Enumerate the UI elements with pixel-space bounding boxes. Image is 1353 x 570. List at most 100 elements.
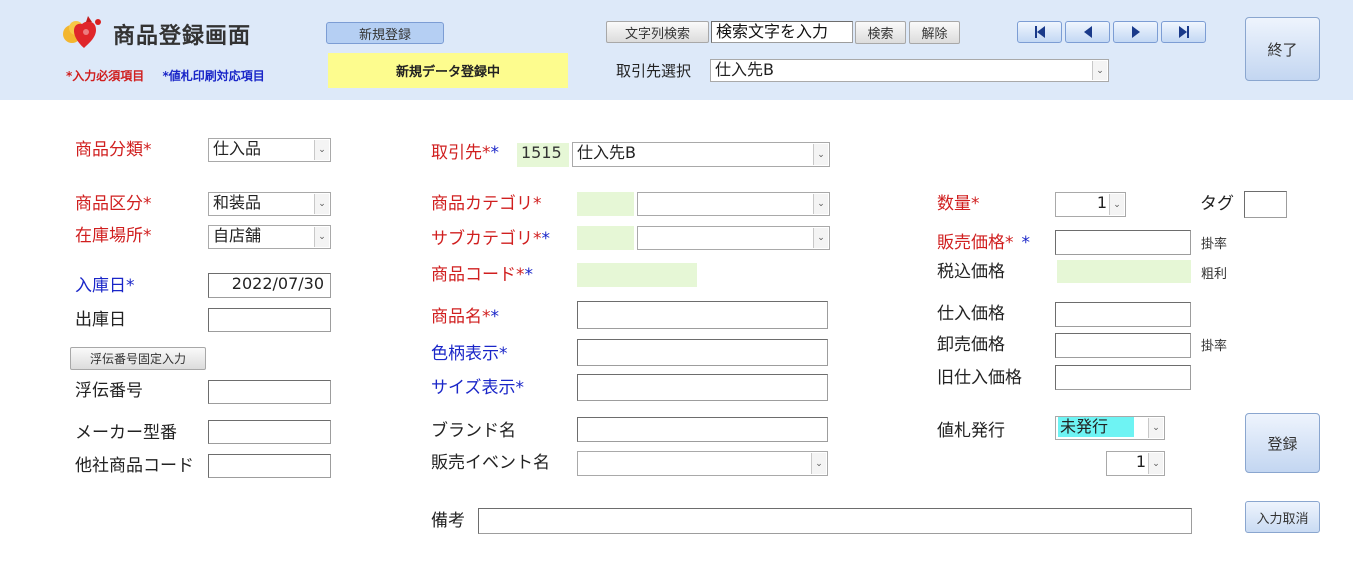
tag-count-select[interactable]: 1 ⌄ xyxy=(1106,451,1165,476)
supplier-select[interactable]: 仕入先B ⌄ xyxy=(710,59,1109,82)
quantity-label: 数量* xyxy=(937,194,980,214)
previous-record-button[interactable] xyxy=(1065,21,1110,43)
wholesale-price-label: 卸売価格 xyxy=(937,335,1005,355)
search-input[interactable]: 検索文字を入力 xyxy=(711,21,853,43)
tag-count-value: 1 xyxy=(1135,452,1146,471)
chevron-down-icon: ⌄ xyxy=(1109,194,1124,215)
required-mark: * xyxy=(516,265,525,285)
supplier-name-select[interactable]: 仕入先B ⌄ xyxy=(572,142,830,167)
shipping-date-input[interactable] xyxy=(208,308,331,332)
next-record-button[interactable] xyxy=(1113,21,1158,43)
clear-search-button[interactable]: 解除 xyxy=(909,21,960,44)
previous-record-icon xyxy=(1083,26,1092,38)
maker-model-label: メーカー型番 xyxy=(75,423,177,443)
tag-issue-value: 未発行 xyxy=(1058,417,1135,437)
brand-name-label: ブランド名 xyxy=(431,421,516,441)
required-mark: * xyxy=(971,194,980,214)
arrival-date-label-text: 入庫日 xyxy=(75,276,126,296)
required-mark: * xyxy=(143,226,152,246)
notes-label: 備考 xyxy=(431,511,465,531)
category-select[interactable]: 仕入品 ⌄ xyxy=(208,138,331,162)
slip-number-fixed-button[interactable]: 浮伝番号固定入力 xyxy=(70,347,206,370)
exit-button[interactable]: 終了 xyxy=(1245,17,1320,81)
size-input[interactable] xyxy=(577,374,828,401)
new-record-button[interactable]: 新規登録 xyxy=(326,22,444,44)
required-mark: * xyxy=(143,140,152,160)
tag-print-mark: * xyxy=(1021,233,1031,253)
location-select-value: 自店舗 xyxy=(213,226,262,245)
sub-category-code xyxy=(577,226,634,250)
product-category-select[interactable]: ⌄ xyxy=(637,192,830,216)
division-label-text: 商品区分 xyxy=(75,194,143,214)
header-bar: 商品登録画面 *入力必須項目 *値札印刷対応項目 新規登録 新規データ登録中 文… xyxy=(0,0,1353,100)
supplier-code-field: 1515 xyxy=(517,143,569,167)
other-code-label: 他社商品コード xyxy=(75,456,194,476)
old-cost-price-input[interactable] xyxy=(1055,365,1191,390)
maker-model-input[interactable] xyxy=(208,420,331,444)
event-name-select[interactable]: ⌄ xyxy=(577,451,828,476)
tag-print-mark: * xyxy=(524,265,534,285)
tag-input[interactable] xyxy=(1244,191,1287,218)
slip-number-label: 浮伝番号 xyxy=(75,381,143,401)
margin-label: 粗利 xyxy=(1201,267,1228,282)
color-pattern-label: 色柄表示* xyxy=(431,344,508,364)
chevron-down-icon: ⌄ xyxy=(811,453,826,474)
color-pattern-label-text: 色柄表示 xyxy=(431,344,499,364)
last-record-button[interactable] xyxy=(1161,21,1206,43)
tag-print-mark: * xyxy=(541,229,551,249)
wholesale-price-input[interactable] xyxy=(1055,333,1191,358)
size-label: サイズ表示* xyxy=(431,378,524,398)
brand-name-input[interactable] xyxy=(577,417,828,442)
product-name-label-text: 商品名 xyxy=(431,307,482,327)
supplier-label-text: 取引先 xyxy=(431,143,482,163)
chevron-down-icon: ⌄ xyxy=(813,228,828,248)
size-label-text: サイズ表示 xyxy=(431,378,516,398)
rate-label: 掛率 xyxy=(1201,237,1228,252)
required-mark: * xyxy=(1005,233,1014,253)
sub-category-label-text: サブカテゴリ xyxy=(431,229,533,249)
shipping-date-label: 出庫日 xyxy=(75,310,126,330)
sale-price-label-text: 販売価格 xyxy=(937,233,1005,253)
register-button[interactable]: 登録 xyxy=(1245,413,1320,473)
chevron-down-icon: ⌄ xyxy=(813,194,828,214)
tag-print-mark: * xyxy=(490,143,500,163)
tax-price-field xyxy=(1057,260,1191,283)
legend: *入力必須項目 *値札印刷対応項目 xyxy=(66,65,265,84)
color-pattern-input[interactable] xyxy=(577,339,828,366)
category-label: 商品分類* xyxy=(75,140,152,160)
product-name-input[interactable] xyxy=(577,301,828,329)
slip-number-input[interactable] xyxy=(208,380,331,404)
other-code-input[interactable] xyxy=(208,454,331,478)
division-select[interactable]: 和装品 ⌄ xyxy=(208,192,331,216)
cost-price-input[interactable] xyxy=(1055,302,1191,327)
quantity-select[interactable]: 1 ⌄ xyxy=(1055,192,1126,217)
sale-price-input[interactable] xyxy=(1055,230,1191,255)
tag-print-mark: * xyxy=(490,307,500,327)
cancel-input-button[interactable]: 入力取消 xyxy=(1245,501,1320,533)
chevron-down-icon: ⌄ xyxy=(1148,453,1163,474)
location-select[interactable]: 自店舗 ⌄ xyxy=(208,225,331,249)
supplier-label: 取引先** xyxy=(431,143,499,163)
search-button[interactable]: 検索 xyxy=(855,21,906,44)
notes-input[interactable] xyxy=(478,508,1192,534)
product-category-code xyxy=(577,192,634,216)
location-label-text: 在庫場所 xyxy=(75,226,143,246)
wholesale-rate-label: 掛率 xyxy=(1201,339,1228,354)
product-code-field xyxy=(577,263,697,287)
product-code-label-text: 商品コード xyxy=(431,265,516,285)
cost-price-label: 仕入価格 xyxy=(937,304,1005,324)
heart-flower-logo-icon xyxy=(62,10,106,52)
tag-issue-select[interactable]: 未発行 ⌄ xyxy=(1055,416,1165,440)
chevron-down-icon: ⌄ xyxy=(1092,61,1107,80)
tag-issue-label: 値札発行 xyxy=(937,421,1005,441)
required-mark: * xyxy=(482,307,491,327)
arrival-date-input[interactable]: 2022/07/30 xyxy=(208,273,331,298)
tag-print-mark: * xyxy=(126,276,135,296)
first-record-button[interactable] xyxy=(1017,21,1062,43)
last-record-icon xyxy=(1178,26,1189,38)
next-record-icon xyxy=(1131,26,1140,38)
sub-category-select[interactable]: ⌄ xyxy=(637,226,830,250)
required-mark: * xyxy=(143,194,152,214)
string-search-button[interactable]: 文字列検索 xyxy=(606,21,709,43)
supplier-select-value: 仕入先B xyxy=(715,60,774,79)
